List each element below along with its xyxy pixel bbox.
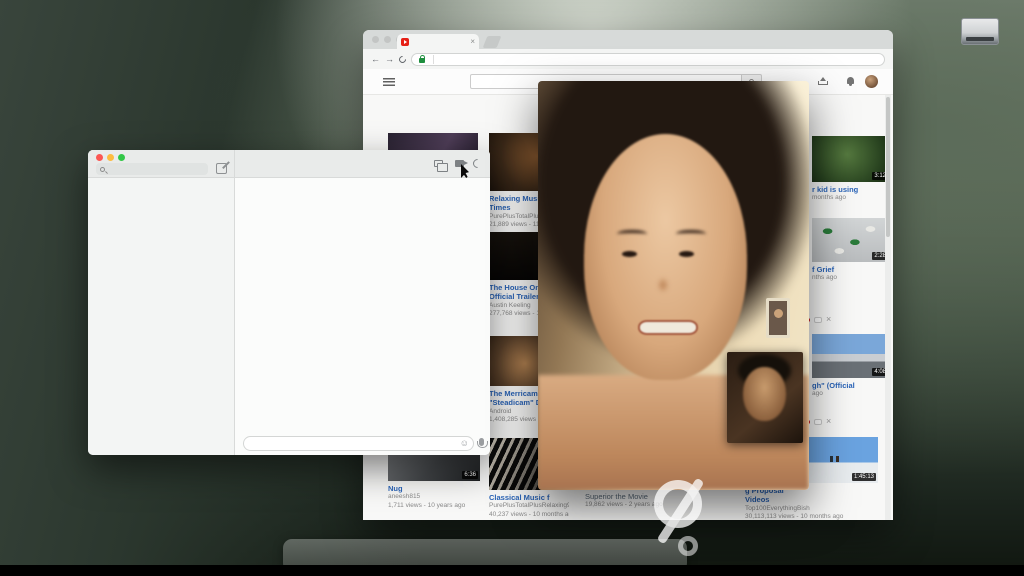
address-bar[interactable]	[411, 52, 885, 66]
caller-face	[584, 134, 747, 380]
video-channel[interactable]: Top100EverythingBish	[745, 505, 878, 513]
subscriber-count	[814, 316, 822, 323]
menu-icon[interactable]	[383, 78, 395, 86]
caller-smile	[638, 320, 699, 336]
self-face	[742, 366, 787, 422]
hard-drive-icon	[961, 18, 999, 45]
logo-small-ring	[678, 536, 698, 556]
video-title[interactable]: r kid is using	[812, 185, 890, 194]
compose-icon[interactable]	[216, 163, 227, 174]
scrollbar-thumb[interactable]	[886, 97, 890, 237]
reload-button[interactable]	[397, 54, 408, 64]
conversations-sidebar	[88, 150, 235, 455]
video-title[interactable]: Classical Music f	[489, 493, 569, 502]
dismiss-icon[interactable]: ×	[826, 315, 831, 324]
messages-window	[88, 150, 490, 455]
divider	[433, 54, 434, 64]
account-avatar[interactable]	[865, 75, 878, 88]
scrollbar[interactable]	[885, 95, 891, 520]
caller-eye	[622, 250, 637, 257]
forward-button[interactable]: →	[385, 54, 394, 64]
browser-tab-youtube[interactable]: ×	[397, 34, 479, 49]
browser-toolbar: ← →	[363, 49, 893, 69]
facetime-window[interactable]	[538, 81, 809, 490]
sidebar-titlebar	[88, 150, 234, 178]
message-text-input[interactable]	[244, 439, 473, 448]
self-view-pip[interactable]	[727, 352, 803, 443]
picture-frame	[766, 297, 791, 338]
video-thumbnail[interactable]: 4:08	[812, 334, 890, 378]
video-title[interactable]: f Grief	[812, 265, 890, 274]
video-meta: months ago	[812, 194, 846, 202]
caller-eye	[678, 250, 694, 257]
video-title[interactable]: gh" (Official	[812, 381, 890, 390]
video-meta: 40,237 views - 10 months ago	[489, 510, 569, 518]
audio-call-icon[interactable]	[473, 159, 482, 168]
video-meta: nths ago	[812, 274, 837, 282]
watermark	[648, 477, 722, 556]
call-actions	[434, 159, 482, 172]
video-card[interactable]: 2:28 f Grief nths ago	[812, 218, 890, 283]
video-meta: 1,711 views - 10 years ago	[388, 501, 466, 509]
macintosh-hd-desktop-icon[interactable]	[946, 18, 1014, 47]
notifications-icon[interactable]	[846, 77, 854, 86]
close-button[interactable]	[96, 154, 103, 161]
youtube-favicon	[401, 37, 409, 46]
video-thumbnail[interactable]: 1:45:13	[800, 437, 878, 483]
chat-pane	[235, 150, 490, 455]
screen-share-icon[interactable]	[434, 160, 448, 172]
video-channel[interactable]: aneesh815	[388, 493, 480, 501]
duration-badge: 6:36	[462, 470, 478, 479]
video-thumbnail[interactable]: 2:28	[812, 218, 890, 262]
tab-close-icon[interactable]: ×	[470, 37, 475, 46]
video-card[interactable]: 4:08 gh" (Official ago	[812, 334, 890, 399]
video-card[interactable]: 3:12 r kid is using months ago	[812, 136, 890, 203]
video-title[interactable]: Nug	[388, 484, 480, 493]
microphone-icon[interactable]	[476, 438, 488, 448]
caller-nose	[657, 277, 670, 294]
message-thread	[235, 178, 490, 431]
chat-header	[235, 150, 490, 178]
lock-icon	[419, 54, 425, 63]
letterbox-bar	[0, 565, 1024, 576]
tab-strip: ×	[363, 30, 893, 49]
window-close-button[interactable]	[372, 36, 379, 43]
upload-icon[interactable]	[818, 77, 827, 86]
search-icon	[100, 166, 105, 172]
video-meta: 30,113,113 views - 10 months ago	[745, 513, 844, 520]
messages-search-field[interactable]	[96, 163, 208, 175]
search-input[interactable]	[108, 163, 188, 175]
video-meta: ago	[812, 390, 823, 398]
video-thumbnail[interactable]: 3:12	[812, 136, 890, 182]
duration-badge: 1:45:13	[851, 472, 876, 481]
dismiss-icon[interactable]: ×	[826, 417, 831, 426]
desktop: × ← → Relaxing Music fo Times PurePlusTo…	[0, 0, 1024, 576]
zoom-button[interactable]	[118, 154, 125, 161]
video-channel[interactable]: PurePlusTotalPlusRelaxing981	[489, 502, 569, 510]
conversation-list	[88, 178, 234, 455]
emoji-icon[interactable]	[460, 438, 469, 448]
yonhap-logo	[648, 477, 714, 556]
back-button[interactable]: ←	[371, 54, 380, 64]
minimize-button[interactable]	[107, 154, 114, 161]
imessage-input[interactable]	[243, 436, 474, 451]
new-tab-button[interactable]	[482, 36, 502, 48]
subscriber-count	[814, 418, 822, 425]
window-minimize-button[interactable]	[384, 36, 391, 43]
message-input-bar	[243, 436, 488, 451]
